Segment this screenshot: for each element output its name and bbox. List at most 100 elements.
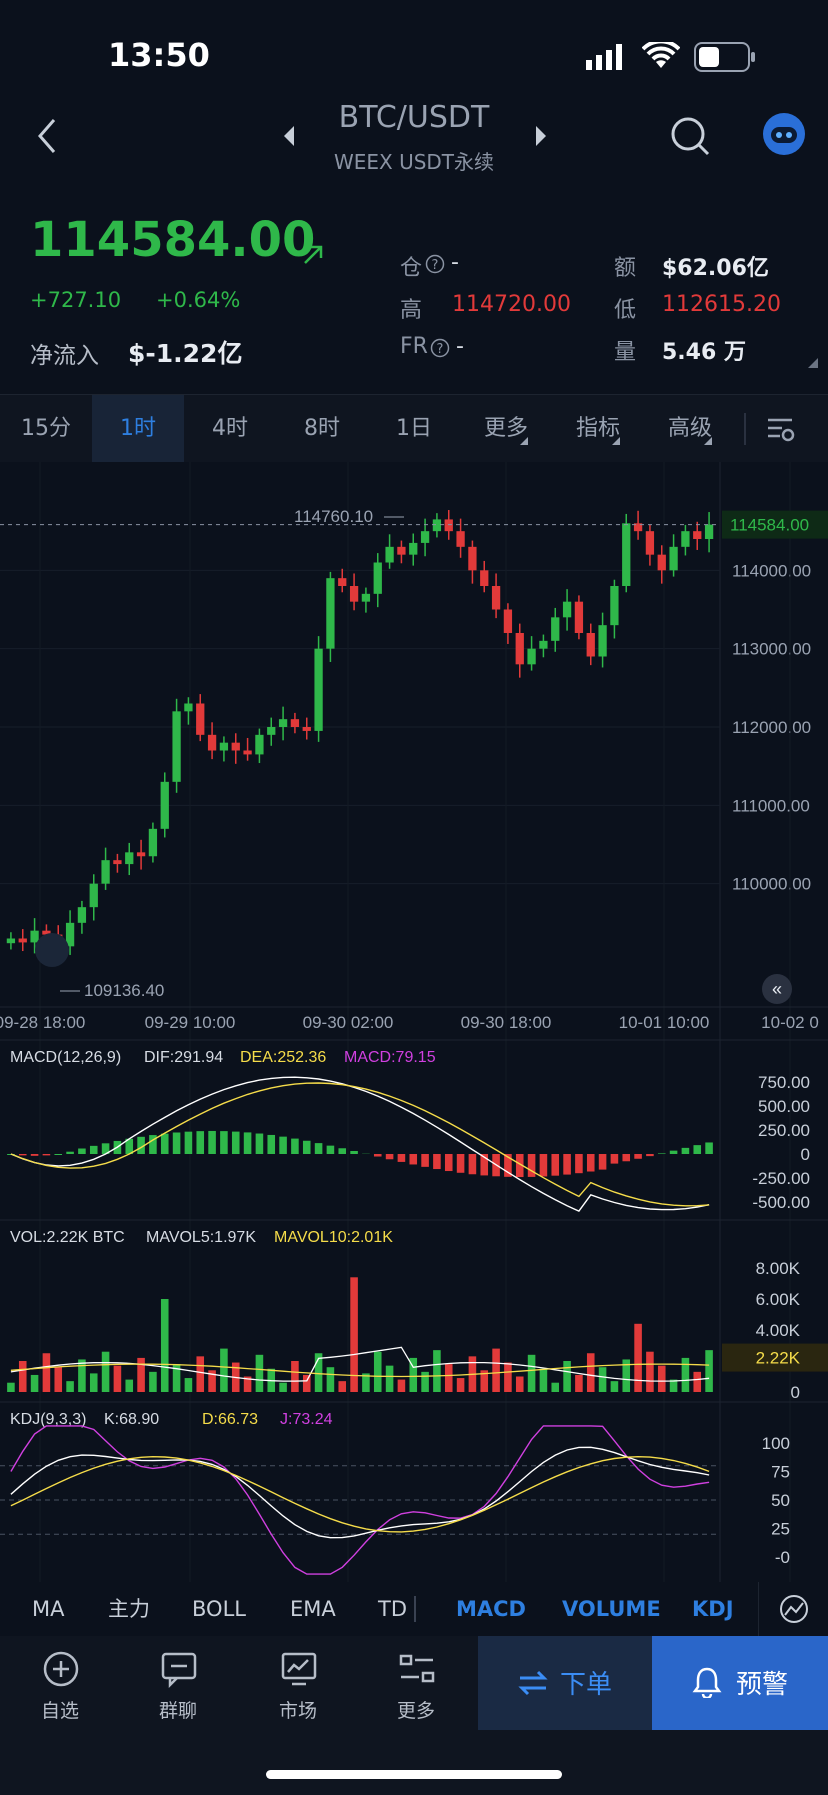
candle-body	[551, 617, 560, 641]
macd-tick-label: -500.00	[752, 1193, 810, 1212]
volume-bar	[433, 1350, 441, 1392]
tab-more[interactable]: 更多	[460, 395, 552, 463]
battery-icon	[694, 42, 755, 72]
candle-body	[444, 519, 453, 532]
candle-body	[101, 860, 110, 884]
candle-body	[527, 648, 536, 665]
avatar[interactable]	[762, 112, 806, 156]
indicator-main-force[interactable]: 主力	[108, 1582, 150, 1636]
vol-mavol10-label: MAVOL10:2.01K	[274, 1229, 393, 1246]
kline-chart[interactable]: 114000.00 113000.00 112000.00 111000.00 1100…	[0, 462, 828, 1582]
svg-text:?: ?	[437, 342, 444, 357]
candle-body	[160, 781, 169, 829]
macd-tick-label: -250.00	[752, 1169, 810, 1188]
macd-histogram-bar	[326, 1145, 335, 1154]
min-price-label: 109136.40	[84, 981, 164, 1000]
next-pair-button[interactable]	[530, 124, 550, 148]
macd-histogram-bar	[409, 1154, 418, 1165]
candle-body	[172, 711, 181, 782]
tab-8h[interactable]: 8时	[276, 395, 368, 463]
kdj-tick-label: 75	[771, 1463, 790, 1482]
candle-body	[468, 546, 477, 571]
volume-bar	[255, 1354, 264, 1392]
volume-bar	[681, 1357, 690, 1392]
expand-corner-icon[interactable]	[806, 356, 820, 370]
volume-bar	[515, 1376, 524, 1392]
volume-bar	[160, 1299, 169, 1392]
candle-body	[77, 907, 87, 923]
macd-histogram-bar	[78, 1148, 86, 1154]
macd-histogram-bar	[267, 1134, 276, 1154]
indicator-macd[interactable]: MACD	[456, 1582, 526, 1636]
macd-histogram-bar	[551, 1154, 560, 1176]
macd-histogram-bar	[42, 1154, 51, 1156]
macd-histogram-bar	[421, 1154, 429, 1167]
candle-body	[704, 524, 714, 539]
candle-body	[113, 860, 122, 865]
candle-body	[503, 609, 513, 633]
volume-bar	[610, 1381, 619, 1392]
tab-advanced[interactable]: 高级	[644, 395, 736, 463]
indicator-ma[interactable]: MA	[32, 1582, 64, 1636]
volume-bar	[385, 1365, 394, 1392]
search-button[interactable]	[668, 114, 712, 158]
macd-histogram-bar	[563, 1154, 571, 1175]
indicator-kdj[interactable]: KDJ	[692, 1582, 734, 1636]
macd-histogram-bar	[18, 1154, 27, 1156]
tab-1h[interactable]: 1时	[92, 395, 184, 463]
vol-current-tag: 2.22K	[756, 1349, 801, 1368]
jump-latest-glyph: «	[772, 979, 782, 999]
volume-bar	[539, 1368, 548, 1392]
candle-body	[361, 593, 371, 602]
tab-1d[interactable]: 1日	[368, 395, 460, 463]
alert-button[interactable]: 预警	[652, 1636, 828, 1730]
candle-body	[456, 531, 465, 547]
drawing-tools-button[interactable]	[758, 1582, 828, 1636]
macd-histogram-bar	[208, 1130, 216, 1154]
market-chart-icon	[281, 1652, 317, 1686]
volume-bar	[563, 1361, 571, 1392]
kdj-d-label: D:66.73	[202, 1411, 258, 1428]
candle-body	[219, 742, 229, 751]
time-axis-label: 10-01 10:00	[619, 1013, 710, 1032]
kdj-tick-label: 50	[771, 1491, 790, 1510]
volume-bar	[302, 1374, 311, 1392]
indicator-volume[interactable]: VOLUME	[562, 1582, 661, 1636]
bell-icon	[692, 1667, 722, 1698]
candle-body	[6, 938, 16, 944]
wifi-icon	[642, 42, 680, 68]
kdj-k-label: K:68.90	[104, 1411, 159, 1428]
volume-bar	[634, 1323, 642, 1392]
macd-histogram-bar	[291, 1138, 299, 1154]
high-label: 高	[400, 298, 423, 323]
add-circle-icon	[43, 1651, 79, 1687]
caret-right-icon	[536, 126, 546, 146]
macd-histogram-bar	[54, 1154, 63, 1155]
clock: 13:50	[108, 36, 210, 74]
candle-body	[290, 719, 300, 727]
volume-bar	[444, 1364, 453, 1392]
status-bar: 13:50	[0, 0, 828, 100]
svg-text:?: ?	[432, 258, 439, 273]
chart-settings-icon[interactable]	[766, 415, 796, 445]
macd-histogram-bar	[338, 1148, 347, 1154]
tab-indicators[interactable]: 指标	[552, 395, 644, 463]
help-icon[interactable]: ?	[430, 338, 450, 358]
indicator-boll[interactable]: BOLL	[192, 1582, 246, 1636]
tab-4h[interactable]: 4时	[184, 395, 276, 463]
indicator-ema[interactable]: EMA	[290, 1582, 336, 1636]
help-icon[interactable]: ?	[425, 254, 445, 274]
arrow-up-right-icon	[304, 245, 323, 264]
candle-body	[267, 727, 276, 735]
tab-15m[interactable]: 15分	[0, 395, 92, 463]
oi-label: 仓	[400, 256, 423, 281]
volume-bar	[78, 1359, 86, 1392]
candle-body	[669, 546, 678, 571]
indicator-td[interactable]: TD	[378, 1582, 407, 1636]
macd-histogram-bar	[30, 1154, 39, 1156]
order-button[interactable]: 下单	[478, 1636, 652, 1730]
nav-label: 更多	[396, 1700, 435, 1722]
macd-histogram-bar	[586, 1154, 595, 1172]
indicator-bar: MA 主力 BOLL EMA TD MACD VOLUME KDJ	[0, 1582, 828, 1636]
macd-histogram-bar	[433, 1154, 441, 1170]
